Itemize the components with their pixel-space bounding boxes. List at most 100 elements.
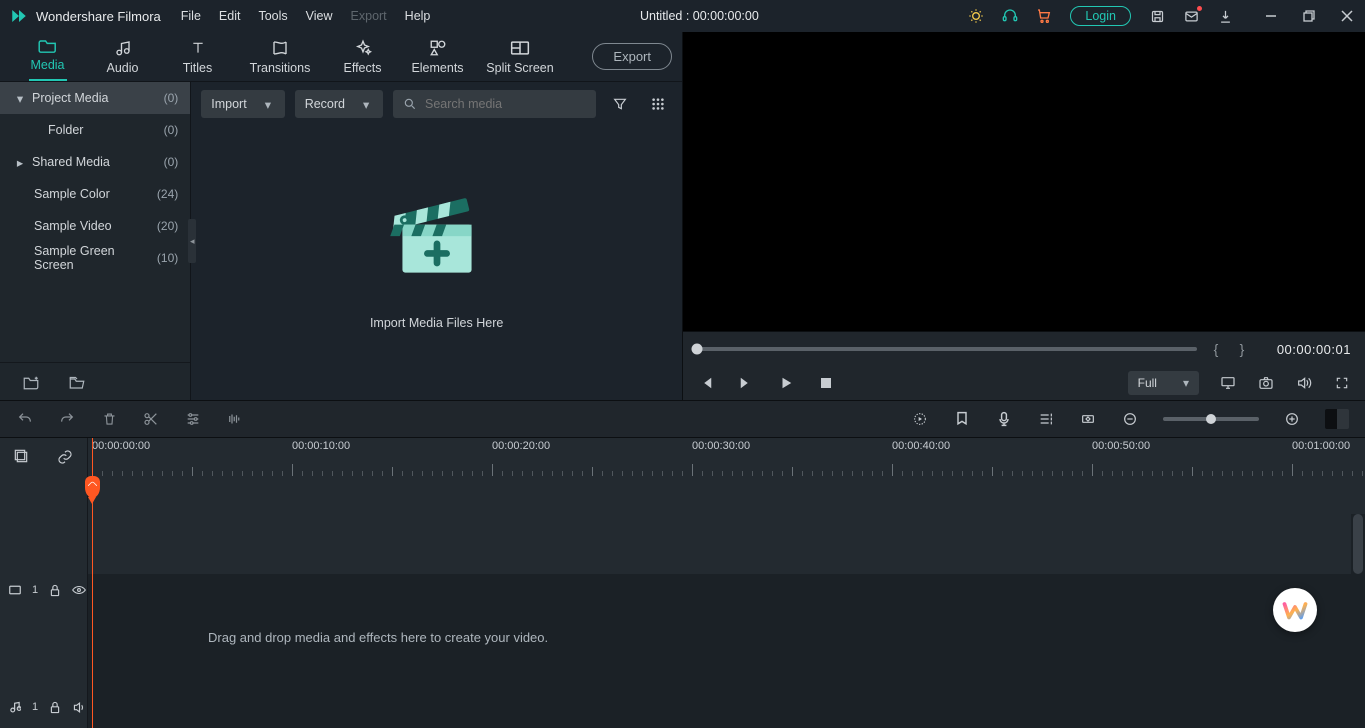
menu-edit[interactable]: Edit	[219, 9, 241, 23]
chevron-right-icon: ▸	[14, 155, 26, 170]
save-icon[interactable]	[1149, 8, 1165, 24]
sidebar-item-project-media[interactable]: ▾ Project Media (0)	[0, 82, 190, 114]
track-manage-icon[interactable]	[13, 448, 31, 466]
split-button[interactable]	[142, 410, 160, 428]
volume-icon[interactable]	[1295, 374, 1313, 392]
menu-help[interactable]: Help	[405, 9, 431, 23]
video-track-header[interactable]: 1	[0, 534, 87, 646]
help-badge[interactable]	[1273, 588, 1317, 632]
video-track-icon	[8, 584, 22, 596]
menu-tools[interactable]: Tools	[258, 9, 287, 23]
speaker-icon[interactable]	[72, 701, 86, 714]
timecode: 00:00:00:01	[1261, 342, 1351, 357]
tab-effects[interactable]: Effects	[325, 39, 400, 75]
timeline: 00:00:00:0000:00:10:0000:00:20:0000:00:3…	[0, 438, 1365, 728]
support-icon[interactable]	[1002, 8, 1018, 24]
audio-wave-button[interactable]	[226, 410, 244, 428]
audio-track-header[interactable]: 1	[0, 686, 87, 728]
media-drop-zone[interactable]: Import Media Files Here	[191, 121, 682, 400]
timeline-scrollbar[interactable]	[1351, 514, 1365, 728]
export-button[interactable]: Export	[592, 43, 672, 70]
ruler-label: 00:00:50:00	[1092, 440, 1150, 452]
lock-icon[interactable]	[48, 584, 62, 597]
audio-track-lane[interactable]	[88, 686, 1365, 728]
fullscreen-icon[interactable]	[1333, 374, 1351, 392]
chevron-down-icon: ▾	[265, 97, 275, 112]
link-icon[interactable]	[56, 448, 74, 466]
zoom-out-button[interactable]	[1121, 410, 1139, 428]
snapshot-icon[interactable]	[1257, 374, 1275, 392]
tracks-area[interactable]: Drag and drop media and effects here to …	[88, 476, 1365, 728]
tab-split-screen[interactable]: Split Screen	[475, 39, 565, 75]
tips-icon[interactable]	[968, 8, 984, 24]
tab-elements[interactable]: Elements	[400, 39, 475, 75]
chevron-down-icon: ▾	[14, 91, 26, 106]
cart-icon[interactable]	[1036, 8, 1052, 24]
login-button[interactable]: Login	[1070, 6, 1131, 26]
media-toolbar: Import ▾ Record ▾	[201, 87, 672, 121]
collapse-handle[interactable]: ◂	[188, 219, 196, 263]
sidebar-item-sample-color[interactable]: Sample Color (24)	[0, 178, 190, 210]
notification-dot	[1197, 6, 1202, 11]
sidebar-item-shared-media[interactable]: ▸ Shared Media (0)	[0, 146, 190, 178]
tracks-gutter: 1 1	[0, 476, 88, 728]
search-input[interactable]	[425, 97, 586, 111]
redo-button[interactable]	[58, 410, 76, 428]
filter-icon[interactable]	[606, 90, 634, 118]
adjust-button[interactable]	[184, 410, 202, 428]
playhead[interactable]	[92, 438, 93, 728]
lock-icon[interactable]	[48, 701, 62, 714]
maximize-icon[interactable]	[1301, 8, 1317, 24]
app-logo-icon	[10, 7, 28, 25]
stop-button[interactable]	[817, 374, 835, 392]
grid-view-icon[interactable]	[644, 90, 672, 118]
timeline-body: 1 1 Drag and drop media and effects here…	[0, 476, 1365, 728]
sidebar-item-sample-green[interactable]: Sample Green Screen (10)	[0, 242, 190, 274]
zoom-slider[interactable]	[1163, 417, 1259, 421]
preview-controls: Full ▾	[683, 366, 1365, 400]
prev-frame-button[interactable]	[697, 374, 715, 392]
menu-file[interactable]: File	[181, 9, 201, 23]
mark-out-button[interactable]: }	[1235, 341, 1249, 357]
scrub-thumb[interactable]	[692, 344, 703, 355]
sidebar-item-folder[interactable]: Folder (0)	[0, 114, 190, 146]
mixer-button[interactable]	[1037, 410, 1055, 428]
menu-view[interactable]: View	[306, 9, 333, 23]
next-frame-button[interactable]	[737, 374, 755, 392]
eye-icon[interactable]	[72, 584, 86, 596]
delete-button[interactable]	[100, 410, 118, 428]
import-dropdown[interactable]: Import ▾	[201, 90, 284, 118]
zoom-slider-thumb[interactable]	[1206, 414, 1216, 424]
undo-button[interactable]	[16, 410, 34, 428]
minimize-icon[interactable]	[1263, 8, 1279, 24]
quality-dropdown[interactable]: Full ▾	[1128, 371, 1199, 395]
render-preview-button[interactable]	[911, 410, 929, 428]
render-indicator[interactable]	[1325, 409, 1349, 429]
preview-video[interactable]	[683, 32, 1365, 332]
tab-titles[interactable]: Titles	[160, 39, 235, 75]
new-folder-icon[interactable]	[22, 374, 40, 390]
close-icon[interactable]	[1339, 8, 1355, 24]
scrollbar-thumb[interactable]	[1353, 514, 1363, 574]
voiceover-button[interactable]	[995, 410, 1013, 428]
zoom-in-button[interactable]	[1283, 410, 1301, 428]
messages-icon[interactable]	[1183, 8, 1199, 24]
play-button[interactable]	[777, 374, 795, 392]
open-folder-icon[interactable]	[68, 374, 86, 390]
record-dropdown[interactable]: Record ▾	[295, 90, 383, 118]
download-icon[interactable]	[1217, 8, 1233, 24]
tab-transitions[interactable]: Transitions	[235, 39, 325, 75]
marker-button[interactable]	[953, 410, 971, 428]
mark-in-button[interactable]: {	[1209, 341, 1223, 357]
sidebar-item-sample-video[interactable]: Sample Video (20)	[0, 210, 190, 242]
keyframe-button[interactable]	[1079, 410, 1097, 428]
ruler-label: 00:00:30:00	[692, 440, 750, 452]
tab-audio[interactable]: Audio	[85, 39, 160, 75]
text-icon	[190, 39, 206, 57]
timeline-ruler[interactable]: 00:00:00:0000:00:10:0000:00:20:0000:00:3…	[88, 438, 1365, 476]
tab-media[interactable]: Media	[10, 36, 85, 78]
scrub-track[interactable]	[697, 347, 1197, 351]
search-box[interactable]	[393, 90, 596, 118]
media-browser: ▾ Project Media (0) Folder (0) ▸ Shared …	[0, 82, 682, 400]
display-icon[interactable]	[1219, 374, 1237, 392]
